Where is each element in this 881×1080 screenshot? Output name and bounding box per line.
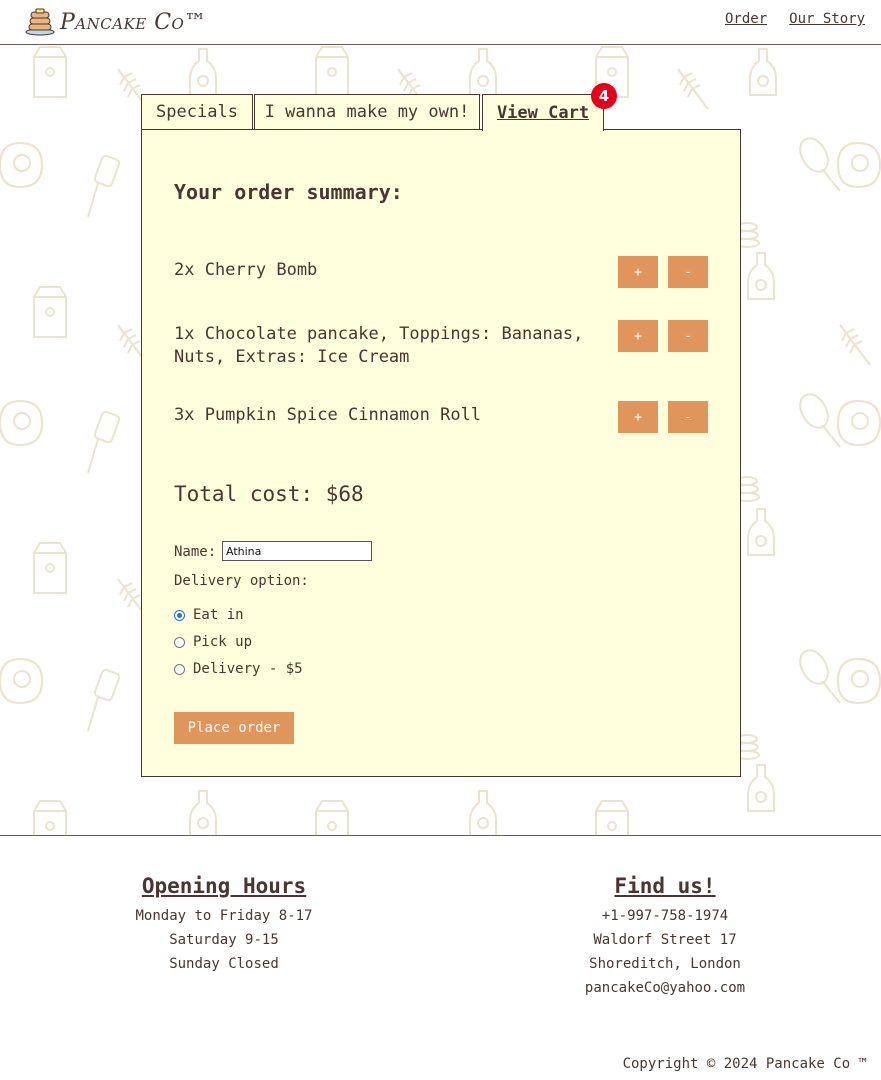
increase-quantity-button[interactable]: + [618,401,658,433]
nav-our-story-link[interactable]: Our Story [789,11,865,27]
decrease-quantity-button[interactable]: - [668,401,708,433]
contact-address: Waldorf Street 17 [593,932,737,948]
find-us-title: Find us! [614,874,716,898]
cart-item-text: 1x Chocolate pancake, Toppings: Bananas,… [174,324,584,367]
cart-item-text: 2x Cherry Bomb [174,260,318,280]
increase-quantity-button[interactable]: + [618,320,658,352]
site-header: Pancake Co™ Order Our Story [0,0,881,45]
tab-view-cart[interactable]: View Cart [482,94,604,131]
radio-label: Pick up [193,634,253,650]
nav-order-link[interactable]: Order [725,11,767,27]
brand-name: Pancake Co™ [60,9,207,35]
hours-line: Monday to Friday 8-17 [135,908,313,924]
total-cost: Total cost: $68 [174,482,364,506]
main-nav: Order Our Story [725,11,865,27]
radio-button[interactable] [174,663,185,675]
logo[interactable]: Pancake Co™ [24,4,207,40]
hours-line: Sunday Closed [169,956,279,972]
opening-hours-section: Opening Hours Monday to Friday 8-17 Satu… [104,874,344,976]
cart-item-text: 3x Pumpkin Spice Cinnamon Roll [174,405,482,425]
increase-quantity-button[interactable]: + [618,256,658,288]
radio-eat-in[interactable]: Eat in [174,607,244,623]
find-us-section: Find us! +1-997-758-1974 Waldorf Street … [545,874,785,1000]
radio-button[interactable] [174,609,185,621]
cart-panel: Your order summary: 2x Cherry Bomb + - 1… [141,129,741,777]
pancake-stack-icon [24,4,56,40]
decrease-quantity-button[interactable]: - [668,256,708,288]
contact-email: pancakeCo@yahoo.com [584,980,746,996]
name-label: Name: [174,544,217,560]
order-summary-heading: Your order summary: [174,180,403,204]
tab-make-your-own[interactable]: I wanna make my own! [254,94,480,129]
opening-hours-title: Opening Hours [141,874,307,898]
decrease-quantity-button[interactable]: - [668,320,708,352]
contact-city: Shoreditch, London [589,956,741,972]
contact-phone: +1-997-758-1974 [601,908,729,924]
name-input[interactable] [222,541,372,561]
radio-delivery[interactable]: Delivery - $5 [174,661,303,677]
cart-count-badge: 4 [591,83,617,109]
hours-line: Saturday 9-15 [169,932,279,948]
radio-button[interactable] [174,636,185,648]
radio-label: Delivery - $5 [193,661,303,677]
place-order-button[interactable]: Place order [174,712,294,744]
copyright: Copyright © 2024 Pancake Co ™ [622,1056,867,1072]
tab-specials[interactable]: Specials [141,94,253,129]
radio-pick-up[interactable]: Pick up [174,634,252,650]
delivery-option-label: Delivery option: [174,573,309,589]
radio-label: Eat in [193,607,244,623]
